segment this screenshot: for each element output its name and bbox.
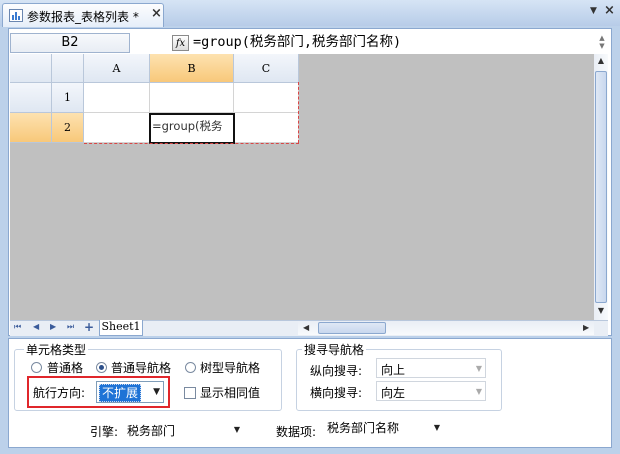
cell-a1[interactable] [84, 83, 150, 113]
scroll-up-icon[interactable]: ▲ [595, 56, 607, 65]
document-tab[interactable]: 参数报表_表格列表 * × [2, 3, 164, 27]
vertical-search-label: 纵向搜寻: [310, 364, 363, 378]
radio-normal-nav-cell[interactable] [96, 362, 107, 373]
engine-value: 税务部门 [127, 424, 176, 438]
add-sheet-icon[interactable]: + [84, 320, 94, 334]
window-close-icon[interactable]: × [604, 3, 615, 18]
column-header-b[interactable]: B [150, 54, 234, 83]
radio-normal-cell-label[interactable]: 普通格 [47, 359, 83, 376]
radio-normal-cell[interactable] [31, 362, 42, 373]
prev-sheet-icon[interactable]: ◀ [33, 322, 39, 331]
show-same-value-label[interactable]: 显示相同值 [200, 384, 260, 401]
highlight-box [27, 376, 170, 408]
function-icon[interactable]: fx [172, 35, 189, 51]
vertical-search-select[interactable]: 向上 ▼ [376, 358, 486, 378]
cell-b1[interactable] [150, 83, 234, 113]
row-header-2[interactable]: 2 [52, 113, 84, 143]
engine-select[interactable]: 税务部门 ▼ [124, 419, 244, 440]
formula-scroll-icon[interactable]: ▲ ▼ [596, 34, 608, 52]
column-header-a[interactable]: A [84, 54, 150, 83]
first-sheet-icon[interactable]: ⏮ [14, 322, 21, 332]
print-boundary-line [298, 82, 299, 143]
formula-input[interactable]: =group(税务部门,税务部门名称) [193, 33, 596, 53]
search-nav-group-title: 搜寻导航格 [302, 341, 367, 358]
chevron-down-icon: ▼ [433, 423, 440, 432]
scroll-left-icon[interactable]: ◀ [303, 323, 309, 332]
print-boundary-line [84, 143, 299, 144]
scroll-right-icon[interactable]: ▶ [583, 323, 589, 332]
row-gutter-2 [10, 113, 52, 143]
row-number-header [52, 54, 84, 83]
data-item-value: 税务部门名称 [327, 421, 400, 435]
data-item-label: 数据项: [276, 425, 317, 439]
vertical-scroll-thumb[interactable] [595, 71, 607, 303]
corner-header[interactable] [10, 54, 52, 83]
data-item-select[interactable]: 税务部门名称 ▼ [324, 417, 444, 438]
horizontal-search-select[interactable]: 向左 ▼ [376, 381, 486, 401]
sheet-tab-sheet1[interactable]: Sheet1 [99, 320, 143, 336]
row-gutter-1 [10, 83, 52, 113]
scroll-down-icon[interactable]: ▼ [595, 306, 607, 315]
chevron-down-icon: ▼ [475, 364, 482, 373]
cell-c1[interactable] [234, 83, 299, 113]
cell-type-group-title: 单元格类型 [24, 341, 89, 358]
chevron-down-icon: ▼ [233, 425, 240, 434]
engine-label: 引擎: [90, 425, 119, 439]
chevron-down-icon: ▼ [475, 387, 482, 396]
row-header-1[interactable]: 1 [52, 83, 84, 113]
tab-title: 参数报表_表格列表 * [27, 10, 139, 24]
horizontal-scroll-thumb[interactable] [318, 322, 386, 334]
horizontal-search-value: 向左 [381, 386, 406, 400]
radio-tree-nav-cell-label[interactable]: 树型导航格 [200, 359, 260, 376]
column-header-c[interactable]: C [234, 54, 299, 83]
show-same-value-checkbox[interactable] [184, 387, 196, 399]
cell-a2[interactable] [84, 113, 150, 143]
horizontal-search-label: 横向搜寻: [310, 386, 363, 400]
cell-reference-box[interactable]: B2 [10, 33, 130, 53]
report-chart-icon [9, 9, 23, 22]
cell-c2[interactable] [235, 113, 299, 143]
cell-b2-selected[interactable]: =group(税务 [149, 113, 235, 144]
tab-close-icon[interactable]: × [151, 6, 162, 21]
vertical-search-value: 向上 [381, 363, 406, 377]
last-sheet-icon[interactable]: ⏭ [67, 322, 74, 332]
radio-normal-nav-cell-label[interactable]: 普通导航格 [111, 359, 171, 376]
next-sheet-icon[interactable]: ▶ [50, 322, 56, 331]
tab-list-dropdown-icon[interactable]: ▼ [590, 6, 597, 16]
radio-tree-nav-cell[interactable] [185, 362, 196, 373]
